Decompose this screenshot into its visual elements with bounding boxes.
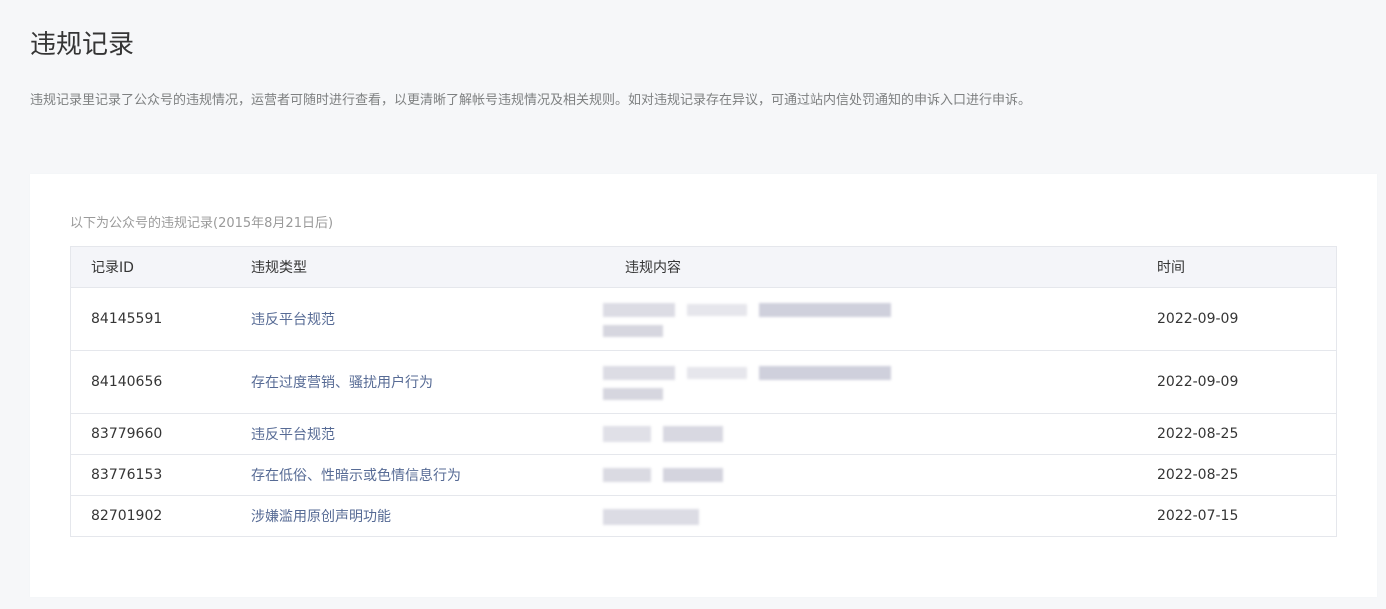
table-row: 83776153 存在低俗、性暗示或色情信息行为 2022-08-25 (70, 454, 1337, 496)
table-row: 82701902 涉嫌滥用原创声明功能 2022-07-15 (70, 495, 1337, 537)
redacted-content (603, 298, 1137, 340)
violation-content (603, 287, 1137, 351)
table-row: 84140656 存在过度营销、骚扰用户行为 2022-09-09 (70, 350, 1337, 414)
column-header-content: 违规内容 (605, 246, 1137, 288)
records-card: 以下为公众号的违规记录(2015年8月21日后) 记录ID 违规类型 违规内容 … (30, 174, 1377, 597)
column-header-id: 记录ID (70, 246, 231, 288)
record-id: 84145591 (70, 287, 231, 351)
table-header-row: 记录ID 违规类型 违规内容 时间 (70, 246, 1337, 288)
redacted-content (603, 361, 1137, 403)
records-caption: 以下为公众号的违规记录(2015年8月21日后) (70, 216, 334, 231)
violation-type: 存在低俗、性暗示或色情信息行为 (231, 454, 605, 496)
column-header-time: 时间 (1137, 246, 1337, 288)
record-time: 2022-09-09 (1137, 350, 1337, 414)
violation-content (603, 495, 1137, 537)
record-id: 83779660 (70, 413, 231, 455)
column-header-type: 违规类型 (231, 246, 605, 288)
record-time: 2022-09-09 (1137, 287, 1337, 351)
violation-records-table: 记录ID 违规类型 违规内容 时间 84145591 违反平台规范 2022-0… (70, 246, 1337, 537)
violation-type: 违反平台规范 (231, 287, 605, 351)
violation-type-text: 违反平台规范 (251, 312, 335, 328)
redacted-content (603, 460, 1137, 490)
violation-type: 涉嫌滥用原创声明功能 (231, 495, 605, 537)
table-row: 83779660 违反平台规范 2022-08-25 (70, 413, 1337, 455)
violation-content (603, 413, 1137, 455)
page-description: 违规记录里记录了公众号的违规情况，运营者可随时进行查看，以更清晰了解帐号违规情况… (30, 93, 1032, 108)
table-row: 84145591 违反平台规范 2022-09-09 (70, 287, 1337, 351)
violation-content (603, 350, 1137, 414)
record-time: 2022-08-25 (1137, 454, 1337, 496)
record-time: 2022-07-15 (1137, 495, 1337, 537)
record-id: 84140656 (70, 350, 231, 414)
record-id: 82701902 (70, 495, 231, 537)
record-time: 2022-08-25 (1137, 413, 1337, 455)
violation-type: 存在过度营销、骚扰用户行为 (231, 350, 605, 414)
violation-type: 违反平台规范 (231, 413, 605, 455)
redacted-content (603, 419, 1137, 449)
violation-type-text: 存在低俗、性暗示或色情信息行为 (251, 468, 461, 484)
record-id: 83776153 (70, 454, 231, 496)
violation-type-text: 存在过度营销、骚扰用户行为 (251, 375, 433, 391)
page-title: 违规记录 (30, 30, 135, 60)
violation-type-text: 涉嫌滥用原创声明功能 (251, 509, 391, 525)
redacted-content (603, 501, 1137, 531)
violation-content (603, 454, 1137, 496)
violation-type-text: 违反平台规范 (251, 427, 335, 443)
